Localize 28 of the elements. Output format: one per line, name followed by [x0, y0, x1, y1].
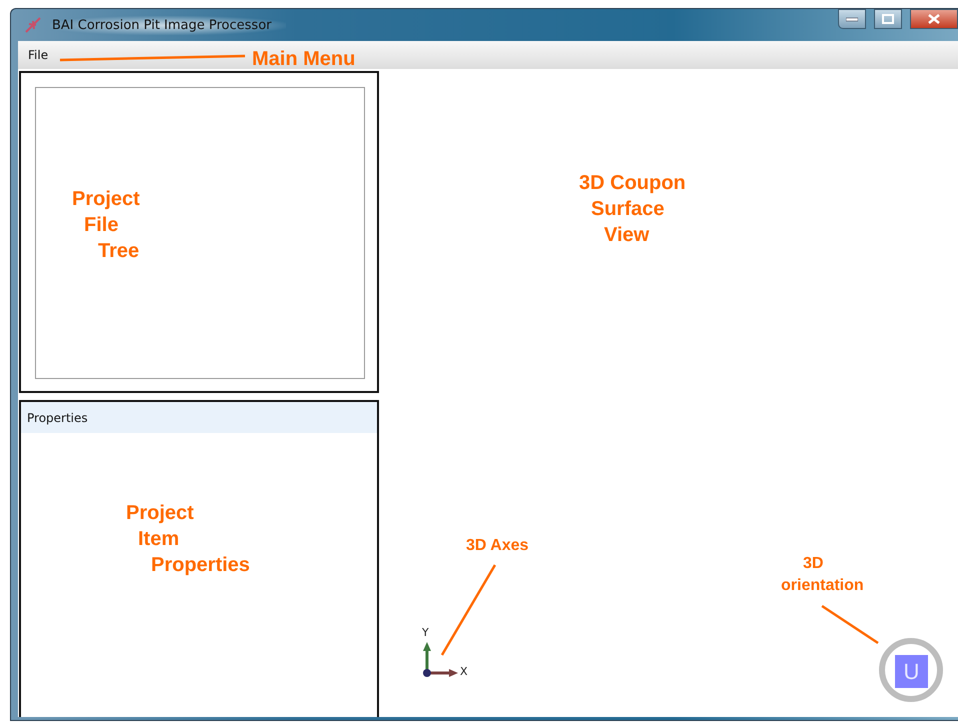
annotation-label: orientation [781, 576, 864, 596]
maximize-button[interactable] [874, 9, 902, 29]
annotation-label: File [84, 213, 120, 238]
maximize-icon [882, 14, 894, 24]
annotation-label: Project [72, 187, 140, 212]
leader-line [821, 604, 879, 644]
minimize-icon [846, 16, 858, 22]
close-icon [928, 14, 940, 24]
annotation-label: View [604, 223, 650, 248]
annotation-label: 3D Axes [466, 536, 529, 556]
menu-item[interactable]: File [28, 48, 48, 62]
axes-icon [421, 641, 459, 679]
minimize-button[interactable] [838, 9, 866, 29]
annotation-label: 3D Coupon [579, 171, 686, 196]
annotation-label: Properties [151, 553, 250, 578]
annotation-label: Project [126, 501, 195, 526]
airplane-icon [24, 16, 42, 34]
annotation-label: Main Menu [252, 47, 356, 72]
orientation-ring [878, 637, 944, 703]
axis-label: X [460, 665, 468, 678]
annotation-label: Tree [98, 239, 140, 264]
panel-header: Properties [21, 402, 377, 433]
window-title: BAI Corrosion Pit Image Processor [50, 16, 286, 34]
close-button[interactable] [910, 9, 958, 29]
annotation-label: 3D [803, 554, 824, 574]
annotation-label: Surface [591, 197, 666, 222]
axis-label: Y [422, 626, 429, 639]
annotation-label: Item [138, 527, 180, 552]
